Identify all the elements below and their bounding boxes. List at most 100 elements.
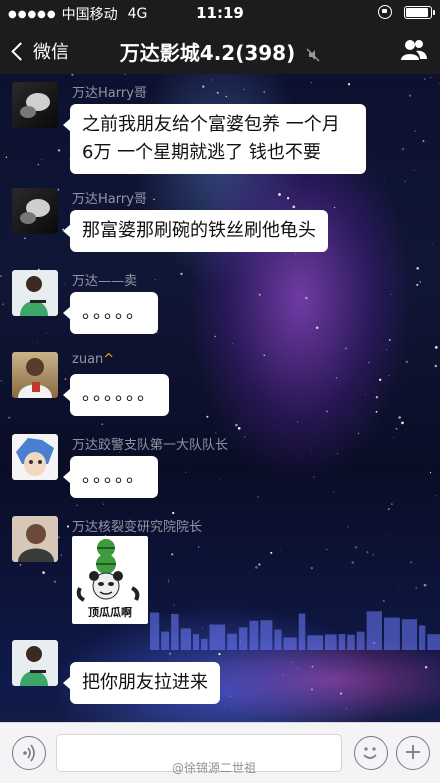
star-dot (153, 198, 155, 201)
star-dot (270, 551, 273, 554)
sender-name: 万达Harry哥 (72, 86, 147, 101)
star-dot (391, 503, 393, 505)
more-actions-button[interactable] (396, 736, 430, 770)
avatar[interactable] (12, 82, 58, 128)
status-time: 11:19 (196, 4, 244, 22)
star-dot (401, 421, 404, 425)
star-dot (279, 549, 281, 551)
star-dot (305, 296, 308, 300)
plus-icon (406, 745, 420, 759)
star-dot (333, 206, 336, 209)
star-dot (258, 563, 261, 566)
star-dot (257, 496, 259, 498)
star-dot (375, 410, 378, 413)
message-bubble[interactable]: 。。。。。。 (63, 374, 169, 416)
mute-icon (306, 47, 320, 62)
star-dot (297, 668, 299, 670)
star-dot (0, 380, 3, 382)
star-dot (344, 347, 347, 350)
message-bubble[interactable]: 。。。。。 (63, 292, 158, 334)
star-dot (278, 193, 281, 196)
star-dot (7, 416, 11, 419)
message-line: 之前我朋友给个富婆包养 一个月 (82, 114, 340, 135)
star-dot (387, 508, 390, 511)
star-dot (168, 652, 172, 655)
status-right (378, 5, 435, 19)
star-dot (395, 427, 398, 430)
star-dot (347, 526, 349, 528)
star-dot (40, 159, 42, 160)
avatar[interactable] (12, 270, 58, 316)
star-dot (101, 423, 103, 425)
star-dot (291, 661, 293, 663)
group-members-icon[interactable] (400, 38, 428, 62)
chat-title: 万达影城4.2(398) (0, 37, 440, 66)
star-dot (220, 478, 222, 480)
star-dot (424, 78, 426, 80)
star-dot (386, 348, 388, 350)
avatar[interactable] (12, 434, 58, 480)
message-bubble[interactable]: 。。。。。 (63, 456, 158, 498)
star-dot (5, 156, 8, 158)
star-dot (429, 471, 432, 474)
watermark: @徐锦源二世祖 (172, 761, 257, 775)
star-dot (223, 705, 225, 707)
chat-title-text: 万达影城4.2(398) (119, 41, 296, 65)
star-dot (37, 163, 40, 166)
star-dot (405, 360, 409, 364)
avatar[interactable] (12, 640, 58, 686)
message-line: 。。。。。。 (82, 384, 157, 405)
smiley-icon (363, 747, 377, 759)
star-dot (244, 436, 246, 438)
star-dot (19, 563, 22, 566)
star-dot (311, 450, 312, 452)
battery-icon (404, 5, 435, 19)
star-dot (410, 561, 412, 564)
star-dot (173, 604, 175, 606)
star-dot (357, 432, 360, 434)
star-dot (398, 416, 401, 419)
star-dot (372, 553, 375, 556)
avatar[interactable] (12, 516, 58, 562)
star-dot (263, 354, 265, 357)
message-bubble[interactable]: 之前我朋友给个富婆包养 一个月 6万 一个星期就逃了 钱也不要 (63, 104, 366, 174)
star-dot (419, 281, 422, 283)
input-bar: @徐锦源二世祖 (0, 722, 440, 783)
message-line: 。。。。。 (82, 466, 146, 487)
star-dot (388, 339, 391, 341)
star-dot (292, 205, 296, 209)
star-dot (434, 364, 438, 368)
star-dot (414, 130, 416, 132)
message-line: 那富婆那刷碗的铁丝刷他龟头 (82, 220, 316, 241)
star-dot (231, 343, 233, 345)
star-dot (58, 536, 60, 539)
star-dot (42, 571, 45, 574)
star-dot (390, 293, 392, 296)
message-bubble[interactable]: 那富婆那刷碗的铁丝刷他龟头 (63, 210, 328, 252)
star-dot (368, 361, 370, 364)
star-dot (387, 535, 389, 537)
star-dot (297, 421, 299, 423)
star-dot (432, 243, 434, 244)
star-dot (341, 662, 343, 663)
star-dot (310, 82, 312, 84)
voice-input-button[interactable] (12, 736, 46, 770)
emoji-button[interactable] (354, 736, 388, 770)
star-dot (171, 553, 174, 556)
avatar[interactable] (12, 188, 58, 234)
message-line: 6万 一个星期就逃了 钱也不要 (82, 142, 321, 163)
star-dot (351, 561, 354, 564)
star-dot (286, 197, 290, 200)
sticker-image[interactable]: 顶瓜瓜啊 (72, 536, 148, 624)
message-line: 。。。。。 (82, 302, 146, 323)
star-dot (243, 88, 245, 91)
star-dot (371, 252, 372, 254)
star-dot (335, 377, 338, 379)
star-dot (180, 272, 183, 276)
star-dot (416, 267, 419, 270)
rotation-lock-icon (378, 5, 392, 19)
message-bubble[interactable]: 把你朋友拉进来 (63, 662, 220, 704)
sender-name: 万达跤警支队第一大队队长 (72, 438, 229, 453)
avatar[interactable] (12, 352, 58, 398)
star-dot (66, 525, 70, 528)
